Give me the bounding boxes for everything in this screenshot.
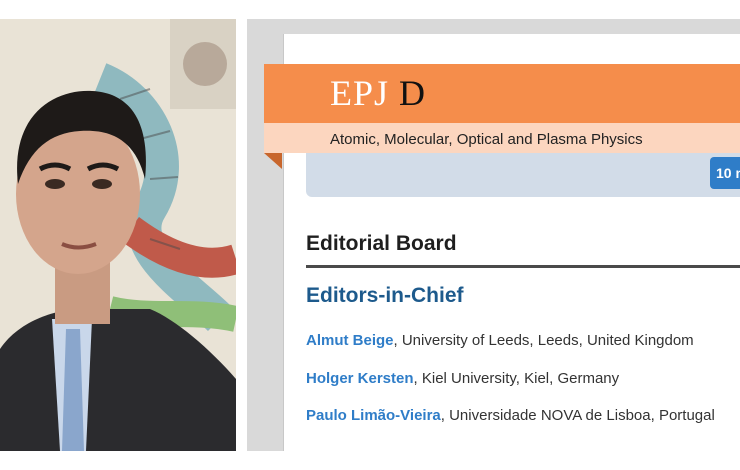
logo-letter: D (399, 73, 427, 113)
banner-fold (264, 153, 282, 169)
heading-divider (306, 265, 740, 268)
section-title: Editors-in-Chief (306, 284, 464, 307)
journal-page-screenshot: EPJ D Atomic, Molecular, Optical and Pla… (247, 19, 740, 451)
member-affiliation: , Universidade NOVA de Lisboa, Portugal (440, 407, 715, 424)
member-affiliation: , Kiel University, Kiel, Germany (413, 370, 620, 387)
member-affiliation: , University of Leeds, Leeds, United Kin… (393, 332, 694, 349)
list-item: Paulo Limão-Vieira, Universidade NOVA de… (306, 407, 715, 424)
journal-logo[interactable]: EPJ D (330, 72, 426, 114)
member-name-link[interactable]: Paulo Limão-Vieira (306, 407, 441, 424)
member-name-link[interactable]: Holger Kersten (306, 370, 414, 387)
list-item: Almut Beige, University of Leeds, Leeds,… (306, 332, 694, 349)
member-name-link[interactable]: Almut Beige (306, 332, 394, 349)
page-title: Editorial Board (306, 232, 457, 255)
notice-badge[interactable]: 10 m (710, 157, 740, 189)
portrait-photo (0, 19, 236, 451)
journal-subtitle: Atomic, Molecular, Optical and Plasma Ph… (330, 131, 643, 148)
logo-prefix: EPJ (330, 73, 400, 113)
notice-panel (306, 153, 740, 197)
list-item: Holger Kersten, Kiel University, Kiel, G… (306, 370, 619, 387)
